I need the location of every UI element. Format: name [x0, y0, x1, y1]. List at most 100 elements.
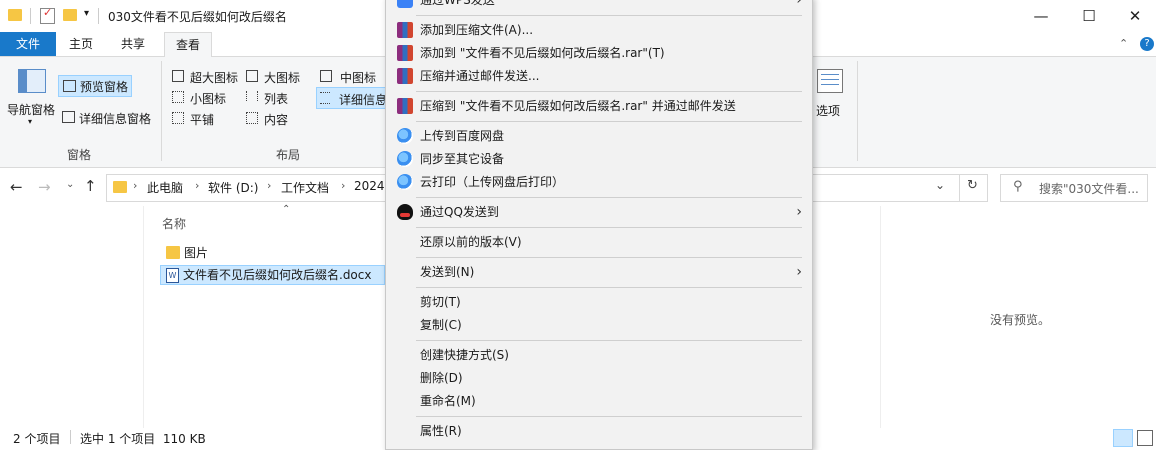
search-icon: ⚲ [1013, 179, 1023, 194]
list-item[interactable]: 图片 [160, 243, 385, 263]
winrar-icon [397, 45, 413, 61]
menu-item-copy[interactable]: 复制(C) [386, 314, 812, 336]
submenu-chevron-icon: › [796, 204, 802, 220]
menu-separator [416, 15, 802, 16]
tiles-icon [172, 112, 184, 124]
help-icon[interactable]: ? [1140, 37, 1154, 51]
breadcrumb-separator-icon: › [195, 179, 200, 192]
menu-separator [416, 91, 802, 92]
address-dropdown-icon[interactable]: ⌄ [935, 178, 945, 192]
refresh-icon[interactable]: ↻ [967, 178, 978, 193]
menu-item-create-shortcut[interactable]: 创建快捷方式(S) [386, 344, 812, 366]
layout-small-icons[interactable]: 小图标 [170, 88, 240, 106]
baidu-netdisk-icon [397, 151, 413, 167]
extra-large-icons-icon [172, 70, 184, 82]
folder-icon [113, 181, 127, 193]
list-icon [246, 91, 258, 101]
minimize-button[interactable]: — [1018, 0, 1064, 32]
separator [959, 175, 960, 201]
menu-item-add-to-archive[interactable]: 添加到压缩文件(A)... [386, 19, 812, 41]
menu-item-compress-to-rar-and-email[interactable]: 压缩到 "文件看不见后缀如何改后缀名.rar" 并通过邮件发送 [386, 95, 812, 117]
nav-pane-border [143, 206, 144, 428]
layout-large-icons[interactable]: 大图标 [244, 67, 314, 85]
menu-item-send-via-wps[interactable]: 通过WPS发送 › [386, 0, 812, 11]
content-icon [246, 112, 258, 124]
quick-access-dropdown-icon[interactable]: ▾ [84, 8, 89, 19]
layout-medium-icons[interactable]: 中图标 [318, 67, 384, 85]
group-label-panes: 窗格 [67, 148, 92, 162]
menu-item-compress-and-email[interactable]: 压缩并通过邮件发送... [386, 65, 812, 87]
menu-item-sync-devices[interactable]: 同步至其它设备 [386, 148, 812, 170]
menu-item-send-to[interactable]: 发送到(N) › [386, 261, 812, 283]
up-arrow-icon[interactable]: ↑ [84, 177, 97, 195]
list-item[interactable]: W 文件看不见后缀如何改后缀名.docx [160, 265, 385, 285]
breadcrumb-drive-d[interactable]: 软件 (D:) [208, 179, 258, 196]
menu-separator [416, 121, 802, 122]
menu-item-upload-baidu[interactable]: 上传到百度网盘 [386, 125, 812, 147]
column-header-name[interactable]: 名称 [162, 215, 186, 232]
details-view-toggle-icon[interactable] [1113, 429, 1133, 447]
preview-pane-icon [63, 80, 76, 92]
navigation-pane-icon [18, 69, 46, 93]
baidu-netdisk-icon [397, 128, 413, 144]
options-icon [817, 69, 843, 93]
separator [30, 8, 31, 24]
menu-separator [416, 287, 802, 288]
forward-arrow-icon[interactable]: → [38, 178, 51, 196]
group-label-layout: 布局 [276, 148, 301, 162]
tab-share[interactable]: 共享 [110, 32, 156, 56]
tab-home[interactable]: 主页 [58, 32, 104, 56]
tab-view[interactable]: 查看 [164, 32, 212, 57]
collapse-ribbon-icon[interactable]: ⌃ [1119, 37, 1128, 50]
menu-item-add-to-rar[interactable]: 添加到 "文件看不见后缀如何改后缀名.rar"(T) [386, 42, 812, 64]
item-count: 2 个项目 [13, 432, 61, 446]
tab-file[interactable]: 文件 [0, 32, 56, 56]
breadcrumb-this-pc[interactable]: 此电脑 [147, 179, 183, 196]
back-arrow-icon[interactable]: ← [10, 178, 23, 196]
properties-icon[interactable]: ✓ [40, 6, 55, 24]
breadcrumb-2024[interactable]: 2024 [354, 179, 385, 193]
maximize-button[interactable]: ☐ [1066, 0, 1112, 32]
large-icons-view-toggle-icon[interactable] [1137, 430, 1153, 446]
sort-ascending-icon: ⌃ [282, 204, 291, 215]
menu-item-send-via-qq[interactable]: 通过QQ发送到 › [386, 201, 812, 223]
navigation-pane-button[interactable]: 导航窗格 [7, 101, 55, 118]
menu-item-properties[interactable]: 属性(R) [386, 420, 812, 442]
winrar-icon [397, 22, 413, 38]
layout-details[interactable]: 详细信息 [316, 87, 385, 109]
breadcrumb-separator-icon: › [267, 179, 272, 192]
menu-separator [416, 257, 802, 258]
close-button[interactable]: ✕ [1112, 0, 1156, 32]
layout-list[interactable]: 列表 [244, 88, 304, 106]
recent-locations-chevron-icon[interactable]: ⌄ [66, 179, 74, 190]
menu-item-delete[interactable]: 删除(D) [386, 367, 812, 389]
layout-content[interactable]: 内容 [244, 109, 304, 127]
separator [857, 61, 858, 161]
options-button[interactable]: 选项 [816, 102, 840, 119]
submenu-chevron-icon: › [796, 264, 802, 280]
menu-item-cut[interactable]: 剪切(T) [386, 291, 812, 313]
menu-item-restore-previous[interactable]: 还原以前的版本(V) [386, 231, 812, 253]
details-pane-button[interactable]: 详细信息窗格 [58, 107, 158, 127]
qq-icon [397, 204, 413, 220]
layout-extra-large-icons[interactable]: 超大图标 [170, 67, 250, 85]
folder-icon [8, 9, 22, 21]
menu-item-cloud-print[interactable]: 云打印（上传网盘后打印） [386, 171, 812, 193]
breadcrumb-separator-icon: › [341, 179, 346, 192]
layout-tiles[interactable]: 平铺 [170, 109, 230, 127]
search-input[interactable]: 搜索"030文件看... [1039, 180, 1139, 197]
menu-separator [416, 340, 802, 341]
menu-separator [416, 197, 802, 198]
winrar-icon [397, 98, 413, 114]
separator [70, 430, 71, 444]
menu-item-rename[interactable]: 重命名(M) [386, 390, 812, 412]
breadcrumb-work-docs[interactable]: 工作文档 [281, 179, 329, 196]
search-box[interactable]: ⚲ 搜索"030文件看... [1000, 174, 1148, 202]
small-icons-icon [172, 91, 184, 103]
menu-separator [416, 227, 802, 228]
selection-info: 选中 1 个项目 110 KB [80, 432, 206, 446]
details-icon [320, 92, 330, 104]
preview-pane-button[interactable]: 预览窗格 [58, 75, 132, 97]
word-document-icon: W [166, 268, 179, 283]
new-folder-icon[interactable] [63, 9, 77, 21]
